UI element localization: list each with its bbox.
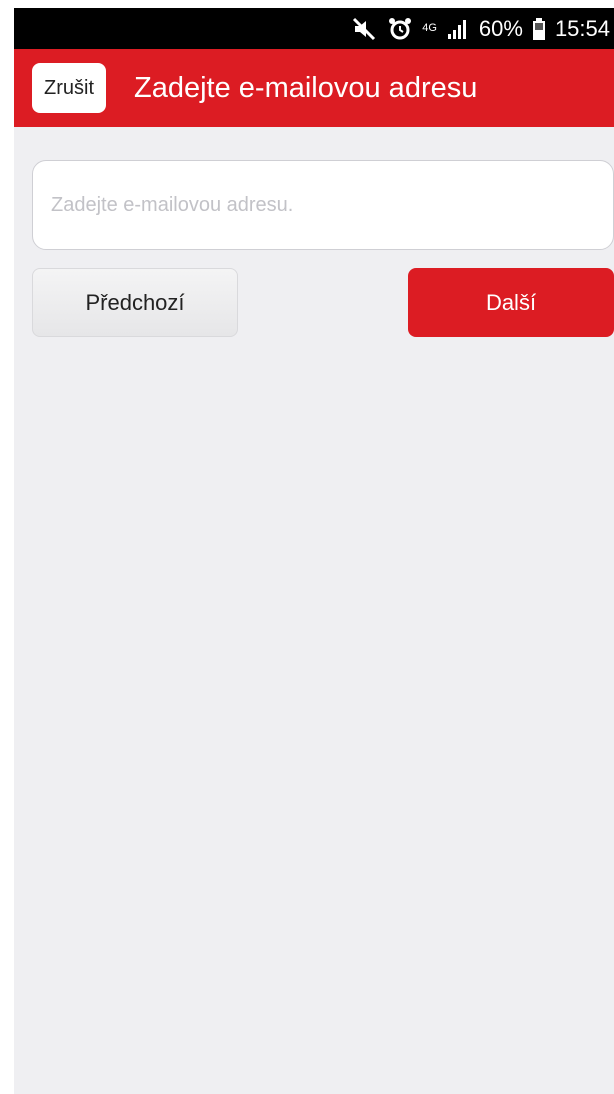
clock: 15:54 (554, 15, 610, 41)
status-bar: 4G 60% 15:54 (14, 8, 614, 49)
previous-button[interactable]: Předchozí (32, 268, 238, 337)
alarm-icon (388, 17, 412, 41)
signal-icon (447, 18, 469, 40)
app-bar: Zrušit Zadejte e-mailovou adresu (14, 49, 614, 127)
cancel-button[interactable]: Zrušit (32, 63, 106, 113)
app-screen: 4G 60% 15:54 Zrušit Zadejte e-mailovou a… (14, 8, 614, 1094)
page-title: Zadejte e-mailovou adresu (134, 71, 478, 104)
battery-percent: 60% (478, 15, 523, 41)
battery-icon (532, 17, 545, 40)
network-4g-icon: 4G (422, 22, 437, 34)
email-field[interactable] (32, 160, 614, 250)
mute-icon (352, 17, 378, 41)
next-button[interactable]: Další (408, 268, 614, 337)
